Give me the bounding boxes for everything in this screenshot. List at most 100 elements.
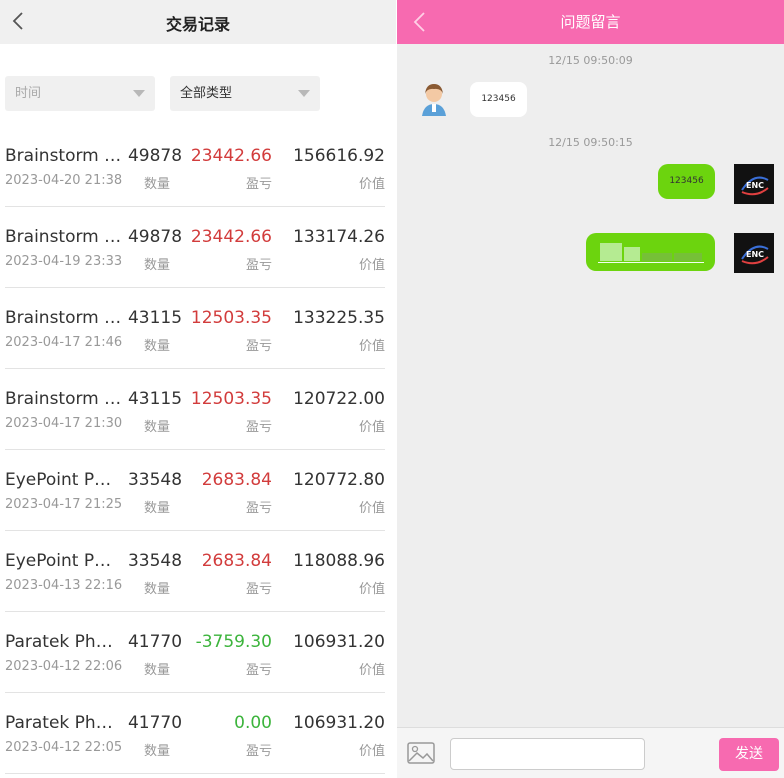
profit-loss-label: 盈亏 [245, 501, 272, 516]
incoming-message-bubble: 123456 [470, 82, 527, 117]
profit-loss-value: 2683.84 [201, 551, 272, 571]
trade-value: 120722.00 [293, 389, 385, 409]
trade-value: 120772.80 [293, 470, 385, 490]
trade-value: 106931.20 [293, 632, 385, 652]
stock-name: Paratek Ph… [5, 632, 113, 652]
support-agent-avatar-icon [422, 84, 446, 116]
profit-loss-value: 12503.35 [190, 308, 272, 328]
trade-quantity: 41770 [127, 632, 183, 652]
message-timestamp: 12/15 09:50:09 [548, 54, 633, 67]
trade-row[interactable]: Brainstorm … 43115 12503.35 133225.35 2023-0… [0, 288, 396, 369]
trade-value: 106931.20 [293, 713, 385, 733]
image-upload-icon[interactable] [407, 742, 435, 764]
quantity-label: 数量 [143, 420, 170, 435]
profit-loss-value: 2683.84 [201, 470, 272, 490]
enc-logo-text: ENC [746, 250, 764, 259]
trade-datetime: 2023-04-17 21:46 [5, 335, 123, 350]
type-filter-select[interactable]: 全部类型 [170, 76, 320, 111]
profit-loss-value: 12503.35 [190, 389, 272, 409]
trade-quantity: 33548 [127, 551, 183, 571]
trade-datetime: 2023-04-19 23:33 [5, 254, 123, 269]
quantity-label: 数量 [143, 663, 170, 678]
trade-list: Brainstorm … 49878 23442.66 156616.92 2023-0… [0, 126, 396, 774]
profit-loss-label: 盈亏 [245, 420, 272, 435]
page-title: 交易记录 [165, 15, 230, 34]
trade-datetime: 2023-04-20 21:38 [5, 173, 123, 188]
trade-records-header: 交易记录 [0, 0, 396, 44]
quantity-label: 数量 [143, 582, 170, 597]
time-filter-select[interactable]: 时间 [5, 76, 155, 111]
user-avatar: ENC [734, 233, 774, 273]
profit-loss-label: 盈亏 [245, 582, 272, 597]
profit-loss-label: 盈亏 [245, 663, 272, 678]
trade-records-panel: 交易记录 时间 全部类型 Brainstorm … 49878 23442.66 15… [0, 0, 396, 778]
trade-quantity: 43115 [127, 308, 183, 328]
trade-row[interactable]: Brainstorm … 49878 23442.66 133174.26 2023-0… [0, 207, 396, 288]
redacted-message-content [598, 241, 704, 263]
profit-loss-label: 盈亏 [245, 744, 272, 759]
profit-loss-label: 盈亏 [245, 258, 272, 273]
stock-name: Brainstorm … [5, 308, 122, 328]
profit-loss-label: 盈亏 [245, 339, 272, 354]
trade-row[interactable]: Brainstorm … 49878 23442.66 156616.92 2023-0… [0, 126, 396, 207]
trade-row[interactable]: EyePoint P… 33548 2683.84 120772.80 2023-04-… [0, 450, 396, 531]
trade-quantity: 49878 [127, 146, 183, 166]
value-label: 价值 [358, 744, 385, 759]
profit-loss-value: 23442.66 [190, 227, 272, 247]
profit-loss-value: 0.00 [234, 713, 272, 733]
quantity-label: 数量 [143, 744, 170, 759]
stock-name: Brainstorm … [5, 389, 122, 409]
trade-row[interactable]: EyePoint P… 33548 2683.84 118088.96 2023-04-… [0, 531, 396, 612]
caret-down-icon [298, 90, 310, 97]
send-button[interactable]: 发送 [719, 738, 779, 771]
stock-name: EyePoint P… [5, 551, 112, 571]
trade-row[interactable]: Brainstorm … 43115 12503.35 120722.00 2023-0… [0, 369, 396, 450]
trade-datetime: 2023-04-12 22:05 [5, 740, 123, 755]
trade-quantity: 49878 [127, 227, 183, 247]
row-divider [5, 773, 385, 774]
quantity-label: 数量 [143, 258, 170, 273]
trade-quantity: 43115 [127, 389, 183, 409]
value-label: 价值 [358, 420, 385, 435]
time-filter-placeholder: 时间 [15, 86, 42, 101]
caret-down-icon [133, 90, 145, 97]
trade-datetime: 2023-04-17 21:30 [5, 416, 123, 431]
message-input[interactable] [450, 738, 645, 770]
value-label: 价值 [358, 582, 385, 597]
trade-quantity: 41770 [127, 713, 183, 733]
trade-datetime: 2023-04-17 21:25 [5, 497, 123, 512]
enc-logo-text: ENC [746, 181, 764, 190]
quantity-label: 数量 [143, 339, 170, 354]
trade-value: 118088.96 [293, 551, 385, 571]
quantity-label: 数量 [143, 501, 170, 516]
enc-logo-icon: ENC [741, 245, 769, 265]
user-avatar: ENC [734, 164, 774, 204]
value-label: 价值 [358, 501, 385, 516]
enc-logo-icon: ENC [741, 176, 769, 196]
stock-name: EyePoint P… [5, 470, 112, 490]
trade-quantity: 33548 [127, 470, 183, 490]
message-timestamp: 12/15 09:50:15 [548, 136, 633, 149]
outgoing-message-bubble: 123456 [658, 164, 715, 199]
profit-loss-value: -3759.30 [195, 632, 272, 652]
stock-name: Brainstorm … [5, 146, 122, 166]
trade-datetime: 2023-04-13 22:16 [5, 578, 123, 593]
message-panel: 问题留言 12/15 09:50:09 123456 12/15 09:50:1… [397, 0, 784, 778]
stock-name: Brainstorm … [5, 227, 122, 247]
stock-name: Paratek Ph… [5, 713, 113, 733]
trade-row[interactable]: Paratek Ph… 41770 -3759.30 106931.20 2023-04… [0, 612, 396, 693]
profit-loss-value: 23442.66 [190, 146, 272, 166]
quantity-label: 数量 [143, 177, 170, 192]
value-label: 价值 [358, 663, 385, 678]
trade-value: 156616.92 [293, 146, 385, 166]
message-input-bar: 发送 [397, 727, 784, 778]
trade-value: 133225.35 [293, 308, 385, 328]
value-label: 价值 [358, 177, 385, 192]
trade-row[interactable]: Paratek Ph… 41770 0.00 106931.20 2023-04-12 … [0, 693, 396, 774]
message-title: 问题留言 [560, 13, 621, 31]
value-label: 价值 [358, 339, 385, 354]
message-header: 问题留言 [397, 0, 784, 44]
trade-datetime: 2023-04-12 22:06 [5, 659, 123, 674]
value-label: 价值 [358, 258, 385, 273]
type-filter-value: 全部类型 [180, 86, 233, 101]
